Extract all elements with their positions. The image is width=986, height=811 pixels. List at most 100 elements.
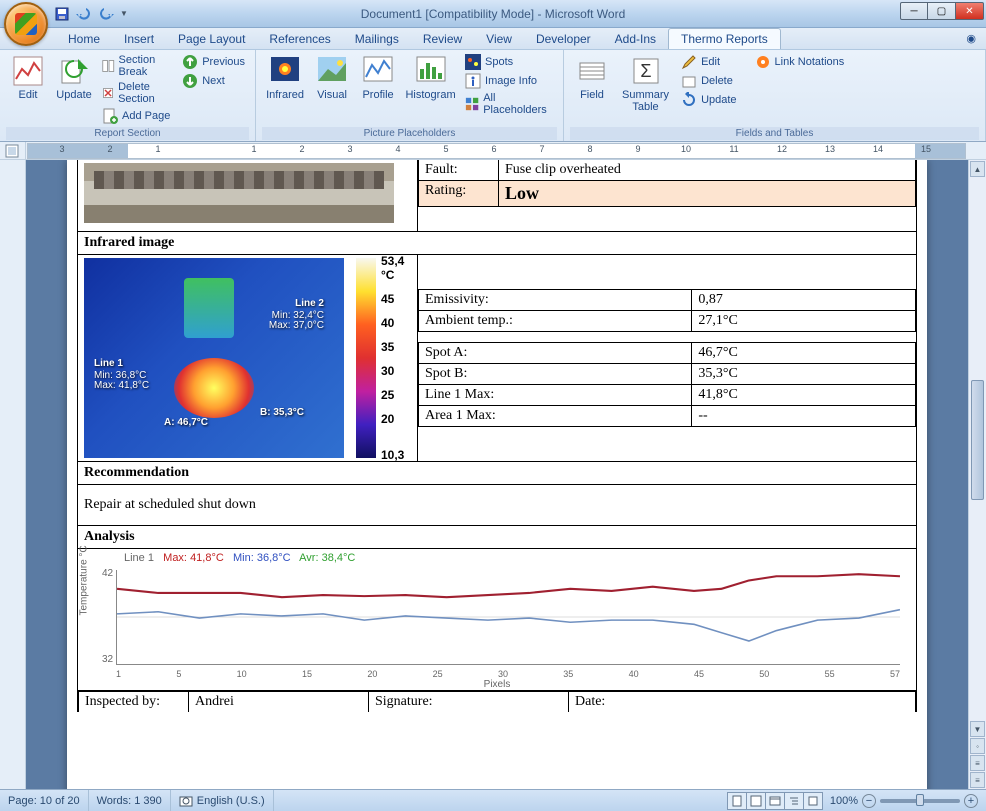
- qat-dropdown-icon[interactable]: ▼: [120, 9, 128, 18]
- edit-button[interactable]: Edit: [6, 53, 50, 127]
- minimize-button[interactable]: ─: [900, 2, 928, 20]
- signature-label: Signature:: [369, 692, 569, 713]
- ribbon: Edit Update Section Break Delete Section…: [0, 50, 986, 142]
- browse-object-button[interactable]: ◦: [970, 738, 985, 754]
- scroll-down-button[interactable]: ▼: [970, 721, 985, 737]
- recommendation-header: Recommendation: [78, 462, 917, 485]
- link-icon: [755, 54, 771, 70]
- link-notations-button[interactable]: Link Notations: [751, 53, 849, 71]
- color-scale: [356, 258, 376, 458]
- chart-xlabel: Pixels: [484, 679, 511, 690]
- infrared-cell: Line 2 Min: 32,4°C Max: 37,0°C Line 1 Mi…: [78, 255, 418, 462]
- scroll-thumb[interactable]: [971, 380, 984, 500]
- status-page[interactable]: Page: 10 of 20: [0, 790, 89, 811]
- web-layout-view[interactable]: [765, 792, 785, 810]
- pencil-icon: [681, 54, 697, 70]
- close-button[interactable]: ✕: [956, 2, 984, 20]
- update-field-button[interactable]: Update: [677, 91, 740, 109]
- delete-icon: [681, 73, 697, 89]
- outline-view[interactable]: [784, 792, 804, 810]
- image-info-icon: [465, 73, 481, 89]
- scroll-up-button[interactable]: ▲: [970, 161, 985, 177]
- add-page-button[interactable]: Add Page: [98, 107, 176, 125]
- fault-label: Fault:: [419, 160, 499, 181]
- print-layout-view[interactable]: [727, 792, 747, 810]
- tab-developer[interactable]: Developer: [524, 29, 603, 49]
- section-break-button[interactable]: Section Break: [98, 53, 176, 79]
- param-label: Ambient temp.:: [419, 311, 692, 332]
- tab-home[interactable]: Home: [56, 29, 112, 49]
- prev-page-button[interactable]: ≡: [970, 755, 985, 771]
- draft-view[interactable]: [803, 792, 823, 810]
- save-icon[interactable]: [54, 6, 70, 22]
- delete-section-button[interactable]: Delete Section: [98, 80, 176, 106]
- spot-label: Spot A:: [419, 343, 692, 364]
- tab-mailings[interactable]: Mailings: [343, 29, 411, 49]
- tab-references[interactable]: References: [257, 29, 342, 49]
- workspace: Fault:Fuse clip overheated Rating:Low In…: [0, 160, 986, 789]
- spot-value: --: [692, 406, 916, 427]
- next-page-button[interactable]: ≡: [970, 772, 985, 788]
- update-button[interactable]: Update: [52, 53, 96, 127]
- params-cell: Emissivity:0,87 Ambient temp.:27,1°C Spo…: [418, 255, 917, 462]
- delete-field-button[interactable]: Delete: [677, 72, 740, 90]
- refresh-icon: [681, 92, 697, 108]
- undo-icon[interactable]: [76, 6, 92, 22]
- ruler-toggle-icon[interactable]: [4, 143, 20, 159]
- view-buttons: [727, 792, 822, 810]
- color-scale-labels: 53,4 °C 45 40 35 30 25 20 10,3: [379, 258, 409, 458]
- status-language[interactable]: English (U.S.): [171, 790, 274, 811]
- chart-xticks: 151015202530354045505557: [116, 669, 900, 679]
- redo-icon[interactable]: [98, 6, 114, 22]
- spots-button[interactable]: Spots: [461, 53, 557, 71]
- inspected-label: Inspected by:: [79, 692, 189, 713]
- profile-button[interactable]: Profile: [356, 53, 400, 127]
- office-button[interactable]: [4, 2, 48, 46]
- chart-ymin: 32: [102, 654, 113, 665]
- tab-review[interactable]: Review: [411, 29, 474, 49]
- document-area[interactable]: Fault:Fuse clip overheated Rating:Low In…: [26, 160, 968, 789]
- param-value: 0,87: [692, 290, 916, 311]
- field-button[interactable]: Field: [570, 53, 614, 127]
- zoom-in-button[interactable]: +: [964, 794, 978, 808]
- date-label: Date:: [569, 692, 916, 713]
- tab-add-ins[interactable]: Add-Ins: [603, 29, 668, 49]
- previous-button[interactable]: Previous: [178, 53, 249, 71]
- ribbon-tabs: Home Insert Page Layout References Maili…: [0, 28, 986, 50]
- tab-insert[interactable]: Insert: [112, 29, 166, 49]
- horizontal-ruler[interactable]: 3211234567891011121314151617: [27, 143, 966, 159]
- zoom-slider[interactable]: [880, 799, 960, 803]
- histogram-button[interactable]: Histogram: [402, 53, 459, 127]
- maximize-button[interactable]: ▢: [928, 2, 956, 20]
- tab-view[interactable]: View: [474, 29, 524, 49]
- tab-page-layout[interactable]: Page Layout: [166, 29, 257, 49]
- status-words[interactable]: Words: 1 390: [89, 790, 171, 811]
- line2-name: Line 2: [295, 298, 324, 309]
- zoom-level[interactable]: 100%: [830, 795, 858, 807]
- all-placeholders-button[interactable]: All Placeholders: [461, 91, 557, 117]
- chart-ylabel: Temperature °C: [79, 545, 90, 615]
- vertical-scrollbar[interactable]: ▲ ▼ ◦ ≡ ≡: [968, 160, 986, 789]
- line1-max: Max: 41,8°C: [94, 380, 149, 391]
- inspected-value: Andrei: [189, 692, 369, 713]
- zoom-thumb[interactable]: [916, 794, 924, 806]
- param-label: Emissivity:: [419, 290, 692, 311]
- previous-icon: [182, 54, 198, 70]
- tab-thermo-reports[interactable]: Thermo Reports: [668, 28, 781, 49]
- analysis-chart-cell: Line 1 Max: 41,8°C Min: 36,8°C Avr: 38,4…: [78, 549, 917, 691]
- help-icon[interactable]: ◉: [966, 32, 976, 45]
- vertical-ruler[interactable]: [0, 160, 26, 789]
- infrared-button[interactable]: Infrared: [262, 53, 308, 127]
- full-screen-view[interactable]: [746, 792, 766, 810]
- chart-edit-icon: [12, 55, 44, 87]
- report-table: Fault:Fuse clip overheated Rating:Low In…: [77, 160, 917, 712]
- image-info-button[interactable]: Image Info: [461, 72, 557, 90]
- visual-button[interactable]: Visual: [310, 53, 354, 127]
- histogram-icon: [415, 55, 447, 87]
- chart-legend: Line 1 Max: 41,8°C Min: 36,8°C Avr: 38,4…: [124, 552, 910, 564]
- next-button[interactable]: Next: [178, 72, 249, 90]
- spot-b-label: B: 35,3°C: [260, 407, 304, 418]
- zoom-out-button[interactable]: −: [862, 794, 876, 808]
- edit-field-button[interactable]: Edit: [677, 53, 740, 71]
- summary-table-button[interactable]: Σ Summary Table: [616, 53, 675, 127]
